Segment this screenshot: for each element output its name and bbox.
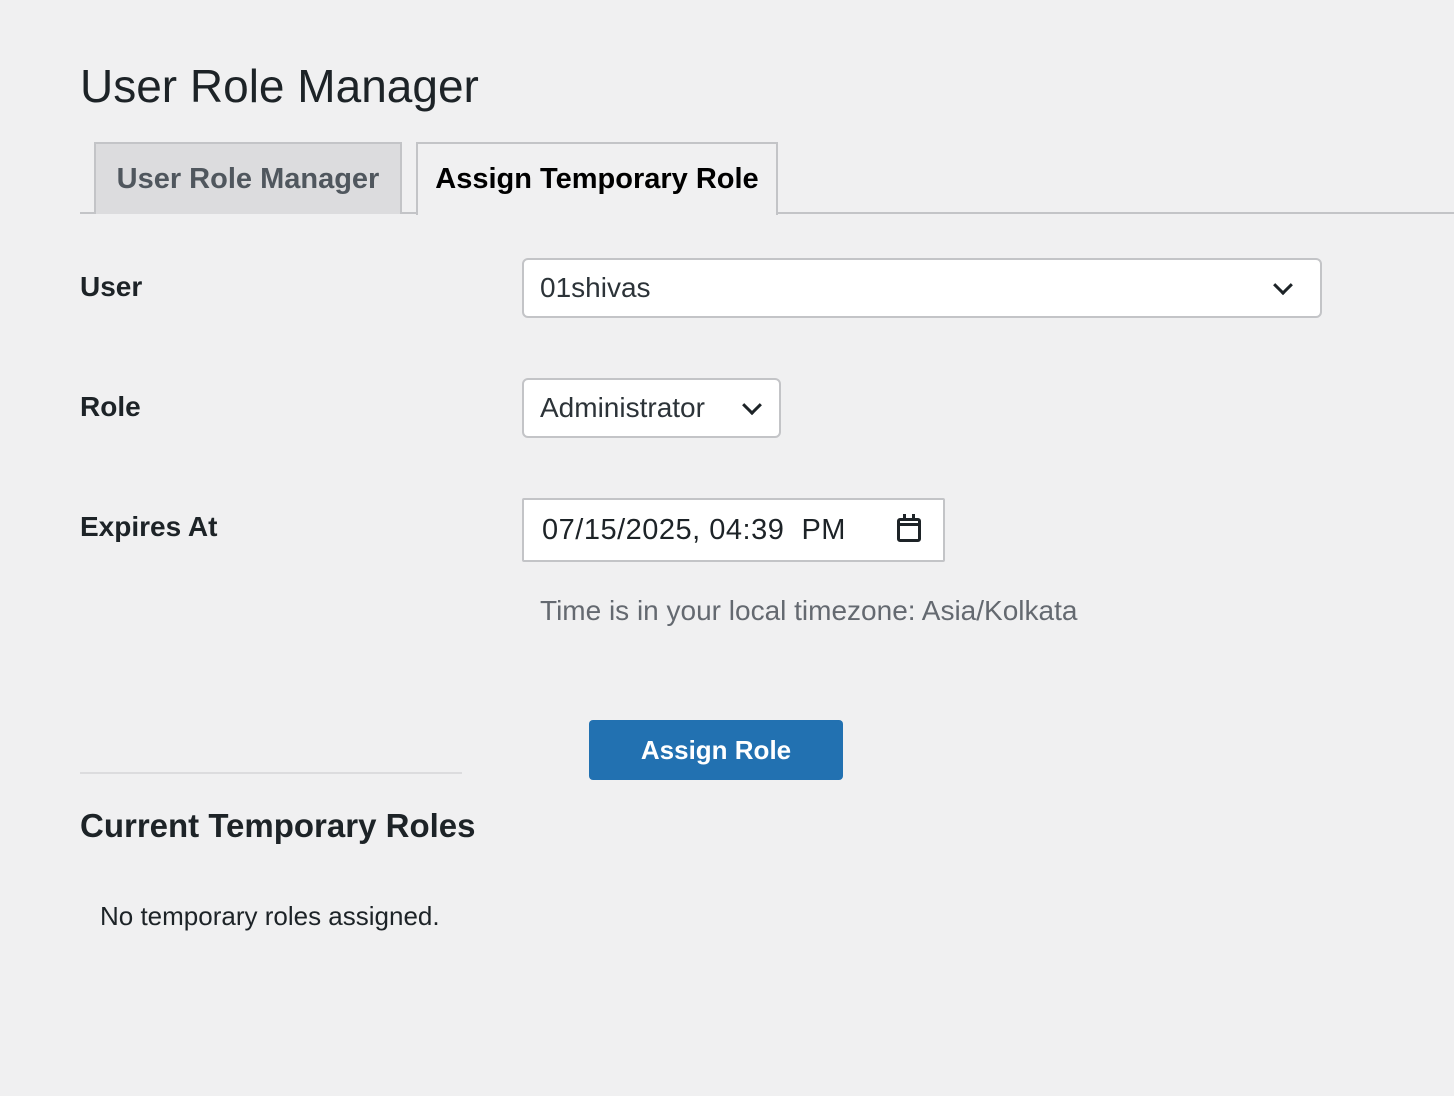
page-title: User Role Manager (80, 60, 479, 112)
user-select-value: 01shivas (540, 272, 651, 303)
chevron-down-icon (1273, 275, 1293, 296)
tab-assign-temporary-role[interactable]: Assign Temporary Role (416, 142, 778, 215)
expires-at-input[interactable]: 07/15/2025, 04:39 PM (522, 498, 945, 562)
current-temporary-roles-heading: Current Temporary Roles (80, 807, 476, 844)
empty-state-message: No temporary roles assigned. (100, 901, 440, 931)
role-label: Role (80, 391, 141, 422)
timezone-hint: Time is in your local timezone: Asia/Kol… (540, 595, 1078, 626)
tab-user-role-manager[interactable]: User Role Manager (94, 142, 402, 214)
calendar-icon[interactable] (897, 514, 921, 542)
chevron-down-icon (742, 395, 762, 416)
user-select[interactable]: 01shivas (522, 258, 1322, 318)
user-label: User (80, 271, 143, 302)
expires-at-label: Expires At (80, 511, 218, 542)
assign-role-button[interactable]: Assign Role (589, 720, 843, 780)
expires-at-value: 07/15/2025, 04:39 PM (542, 513, 846, 546)
role-select[interactable]: Administrator (522, 378, 781, 438)
page: User Role Manager User Role Manager Assi… (0, 0, 1454, 1096)
section-divider (80, 772, 462, 774)
role-select-value: Administrator (540, 392, 705, 423)
